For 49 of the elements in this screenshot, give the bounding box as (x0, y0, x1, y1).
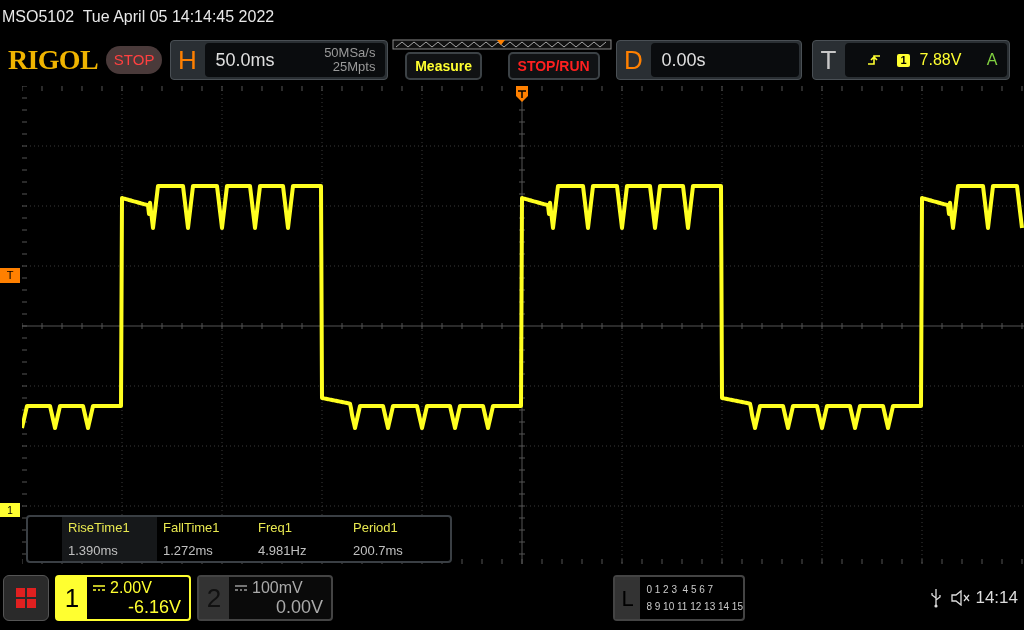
measurement-value: 1.272ms (163, 541, 214, 560)
brand-logo: RIGOL (8, 43, 98, 77)
measurement-value: 4.981Hz (258, 541, 308, 560)
logic-channel-numbers: 8 9 10 11 12 13 14 15 (646, 600, 743, 614)
dc-coupling-icon (235, 585, 247, 591)
trigger-level: 7.88V (919, 50, 962, 70)
trigger-label: T (819, 43, 838, 77)
measure-button[interactable]: Measure (405, 52, 482, 80)
channel-offset: -6.16V (127, 597, 181, 617)
measurement-name: Period1 (353, 519, 399, 537)
channel-number: 1 (57, 577, 87, 619)
measurement-item[interactable]: RiseTime1 1.390ms (62, 517, 157, 561)
delay-panel[interactable]: D 0.00s (616, 40, 803, 80)
horizontal-panel[interactable]: H 50.0ms 50MSa/s 25Mpts (170, 40, 389, 80)
main-menu-button[interactable] (3, 575, 49, 621)
status-line: MSO5102 Tue April 05 14:14:45 2022 (2, 7, 275, 27)
stop-run-button[interactable]: STOP/RUN (507, 52, 600, 80)
rising-edge-icon (867, 53, 882, 67)
grid-icon (15, 587, 37, 609)
channel-scale: 2.00V (110, 579, 152, 597)
measurement-value: 200.7ms (353, 541, 404, 560)
measurement-name: RiseTime1 (68, 519, 131, 537)
trigger-panel[interactable]: T 1 7.88V A (812, 40, 1011, 80)
horizontal-label: H (177, 43, 198, 77)
speaker-muted-icon (951, 590, 972, 606)
timebase-scale: 50.0ms (215, 48, 275, 72)
measurement-value: 1.390ms (68, 541, 119, 560)
delay-value: 0.00s (661, 48, 706, 72)
trigger-mode: A (986, 50, 998, 70)
trigger-source: 1 (897, 53, 910, 67)
sample-rate: 50MSa/s (324, 46, 376, 60)
trigger-level-marker: T (0, 268, 20, 283)
channel-offset: 0.00V (275, 597, 323, 617)
measurement-item[interactable]: Freq1 4.981Hz (252, 517, 347, 561)
measurement-item[interactable]: FallTime1 1.272ms (157, 517, 252, 561)
logic-channel-numbers: 0 1 2 3 4 5 6 7 (646, 583, 715, 597)
measurement-name: FallTime1 (163, 519, 221, 537)
dc-coupling-icon (93, 585, 105, 591)
trigger-position-icon (516, 86, 528, 102)
run-state: STOP (105, 46, 163, 74)
channel-scale: 100mV (252, 579, 303, 597)
memory-depth: 25Mpts (332, 60, 376, 74)
delay-label: D (623, 43, 644, 77)
channel-1-marker: 1 (0, 503, 20, 517)
measurement-item[interactable]: Period1 200.7ms (347, 517, 442, 561)
usb-icon (931, 588, 942, 608)
measurement-name: Freq1 (258, 519, 293, 537)
channel-panel[interactable]: 1 2.00V -6.16V (55, 575, 191, 621)
clock: 14:14 (975, 587, 1018, 610)
